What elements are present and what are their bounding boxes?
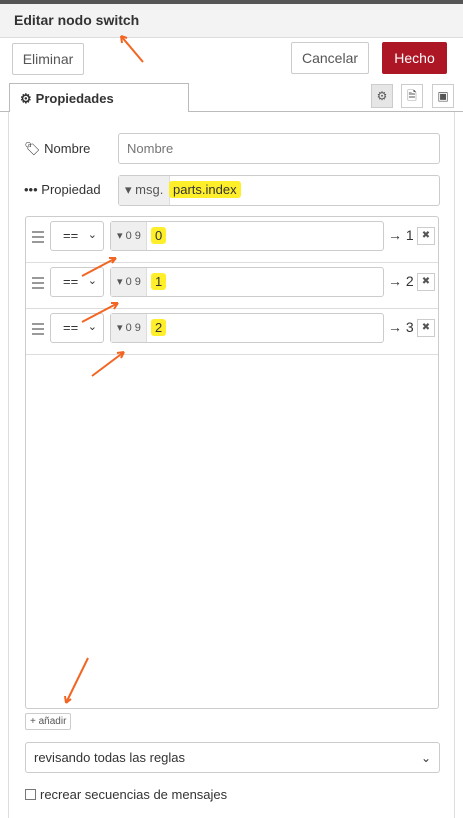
rule-output-label: → 2 [388,273,414,289]
chevron-down-icon: ⌄ [87,321,97,333]
remove-rule-icon[interactable]: ✖ [417,227,435,245]
editor-titlebar: Editar nodo switch [0,4,463,38]
chevron-down-icon: ⌄ [420,751,431,765]
remove-rule-icon[interactable]: ✖ [417,273,435,291]
rule-row: == ⌄ ▾ 0 9 0 → 1 ✖ [26,217,438,263]
plus-icon: + [30,716,36,727]
ellipsis-icon: ••• [24,182,38,197]
rule-value: 0 [151,227,167,244]
chevron-down-icon: ⌄ [87,275,97,287]
drag-handle-icon[interactable] [32,277,44,289]
rule-type-select[interactable]: ▾ 0 9 [111,222,147,250]
name-label: 🏷 Nombre [24,141,91,156]
rule-row: == ⌄ ▾ 0 9 1 → 2 ✖ [26,263,438,309]
caret-down-icon: ▾ [125,182,132,197]
drag-handle-icon[interactable] [32,231,44,243]
rule-row: == ⌄ ▾ 0 9 2 → 3 ✖ [26,309,438,355]
rule-value-input[interactable]: ▾ 0 9 2 [110,313,384,343]
number-type-icon: 0 9 [125,276,141,288]
property-value: parts.index [169,181,241,198]
rule-operator-select[interactable]: == ⌄ [50,221,104,251]
tag-icon: 🏷 [24,141,41,156]
number-type-icon: 0 9 [125,322,141,334]
done-button[interactable]: Hecho [382,42,447,74]
appearance-icon: ▣ [437,89,449,103]
rule-type-select[interactable]: ▾ 0 9 [111,314,147,342]
rule-output-label: → 3 [388,319,414,335]
recreate-sequences-checkbox[interactable]: recrear secuencias de mensajes [25,787,227,802]
tab-properties-label: Propiedades [35,91,114,106]
gear-icon: ⚙ [20,91,32,106]
editor-title: Editar nodo switch [14,12,140,28]
rule-operator-select[interactable]: == ⌄ [50,313,104,343]
gear-icon: ⚙ [376,89,388,103]
tab-bar: ⚙ Propiedades [0,80,463,113]
tab-tool-description[interactable]: 🗎 [401,84,423,108]
cancel-button[interactable]: Cancelar [291,42,369,74]
drag-handle-icon[interactable] [32,323,44,335]
number-type-icon: 0 9 [125,230,141,242]
checkbox-box[interactable] [25,789,36,800]
property-type-select[interactable]: ▾ msg. [119,176,171,205]
check-mode-select[interactable]: revisando todas las reglas ⌄ [25,742,440,773]
tab-tool-appearance[interactable]: ▣ [432,84,454,108]
document-icon: 🗎 [407,89,417,103]
tab-properties[interactable]: ⚙ Propiedades [9,83,189,113]
chevron-down-icon: ⌄ [87,229,97,241]
rule-value-input[interactable]: ▾ 0 9 1 [110,267,384,297]
rule-type-select[interactable]: ▾ 0 9 [111,268,147,296]
rule-output-label: → 1 [388,227,414,243]
rule-value: 2 [151,319,167,336]
annotation-arrow-title [120,35,144,63]
add-rule-button[interactable]: + añadir [25,713,71,730]
rule-value: 1 [151,273,167,290]
rule-value-input[interactable]: ▾ 0 9 0 [110,221,384,251]
name-input[interactable] [118,133,440,164]
tab-tool-properties[interactable]: ⚙ [371,84,393,108]
property-typed-input[interactable]: ▾ msg. parts.index [118,175,440,206]
remove-rule-icon[interactable]: ✖ [417,319,435,337]
property-label: ••• Propiedad [24,182,101,197]
delete-button[interactable]: Eliminar [12,43,84,75]
rules-list[interactable]: == ⌄ ▾ 0 9 0 → 1 ✖ == ⌄ ▾ 0 9 1 → 2 ✖ == ⌄ … [25,216,439,709]
rule-operator-select[interactable]: == ⌄ [50,267,104,297]
